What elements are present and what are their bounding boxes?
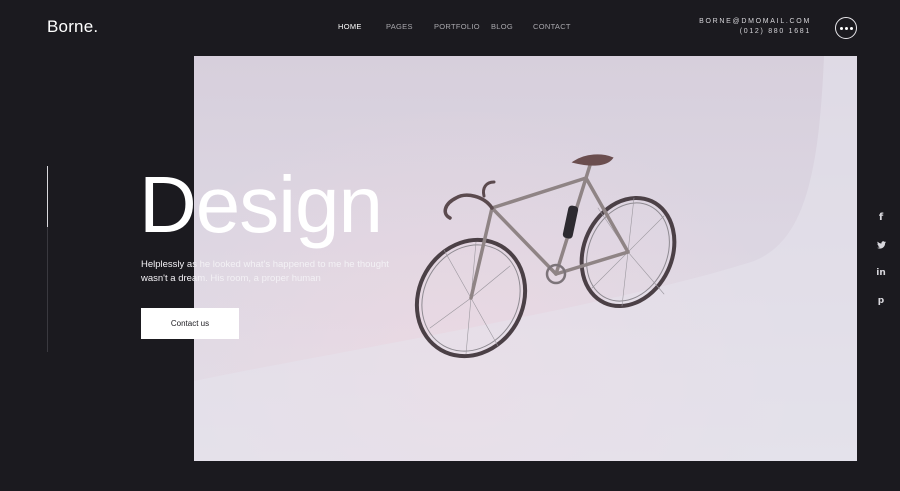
nav-item-home[interactable]: HOME: [338, 22, 362, 31]
menu-dot: [849, 26, 853, 30]
more-horizontal-icon: [839, 26, 843, 30]
contact-email[interactable]: BORNE@DMOMAIL.COM: [699, 17, 811, 27]
slide-progress-accent: [47, 166, 48, 227]
pinterest-icon[interactable]: p: [872, 295, 890, 307]
nav-item-portfolio[interactable]: PORTFOLIO: [434, 22, 480, 31]
twitter-bird-icon: [876, 241, 886, 249]
hero-subtitle: Helplessly as he looked what's happened …: [141, 258, 391, 286]
slide-progress-indicator: [47, 166, 48, 352]
menu-dot: [844, 26, 848, 30]
linkedin-icon[interactable]: in: [872, 267, 890, 279]
menu-button[interactable]: [835, 17, 857, 39]
hero-subtitle-line-1: Helplessly as he looked what's happened …: [141, 259, 389, 270]
nav-item-pages[interactable]: PAGES: [386, 22, 413, 31]
nav-item-contact[interactable]: CONTACT: [533, 22, 571, 31]
facebook-icon[interactable]: f: [872, 211, 890, 223]
nav-item-blog[interactable]: BLOG: [491, 22, 513, 31]
contact-us-button[interactable]: Contact us: [141, 308, 239, 339]
twitter-icon[interactable]: [872, 239, 890, 251]
contact-phone[interactable]: (012) 880 1681: [699, 27, 811, 37]
hero-title: Design: [139, 160, 383, 249]
hero-subtitle-line-2: wasn't a dream. His room, a proper human: [141, 273, 321, 284]
header-contact-info: BORNE@DMOMAIL.COM (012) 880 1681: [699, 17, 811, 37]
